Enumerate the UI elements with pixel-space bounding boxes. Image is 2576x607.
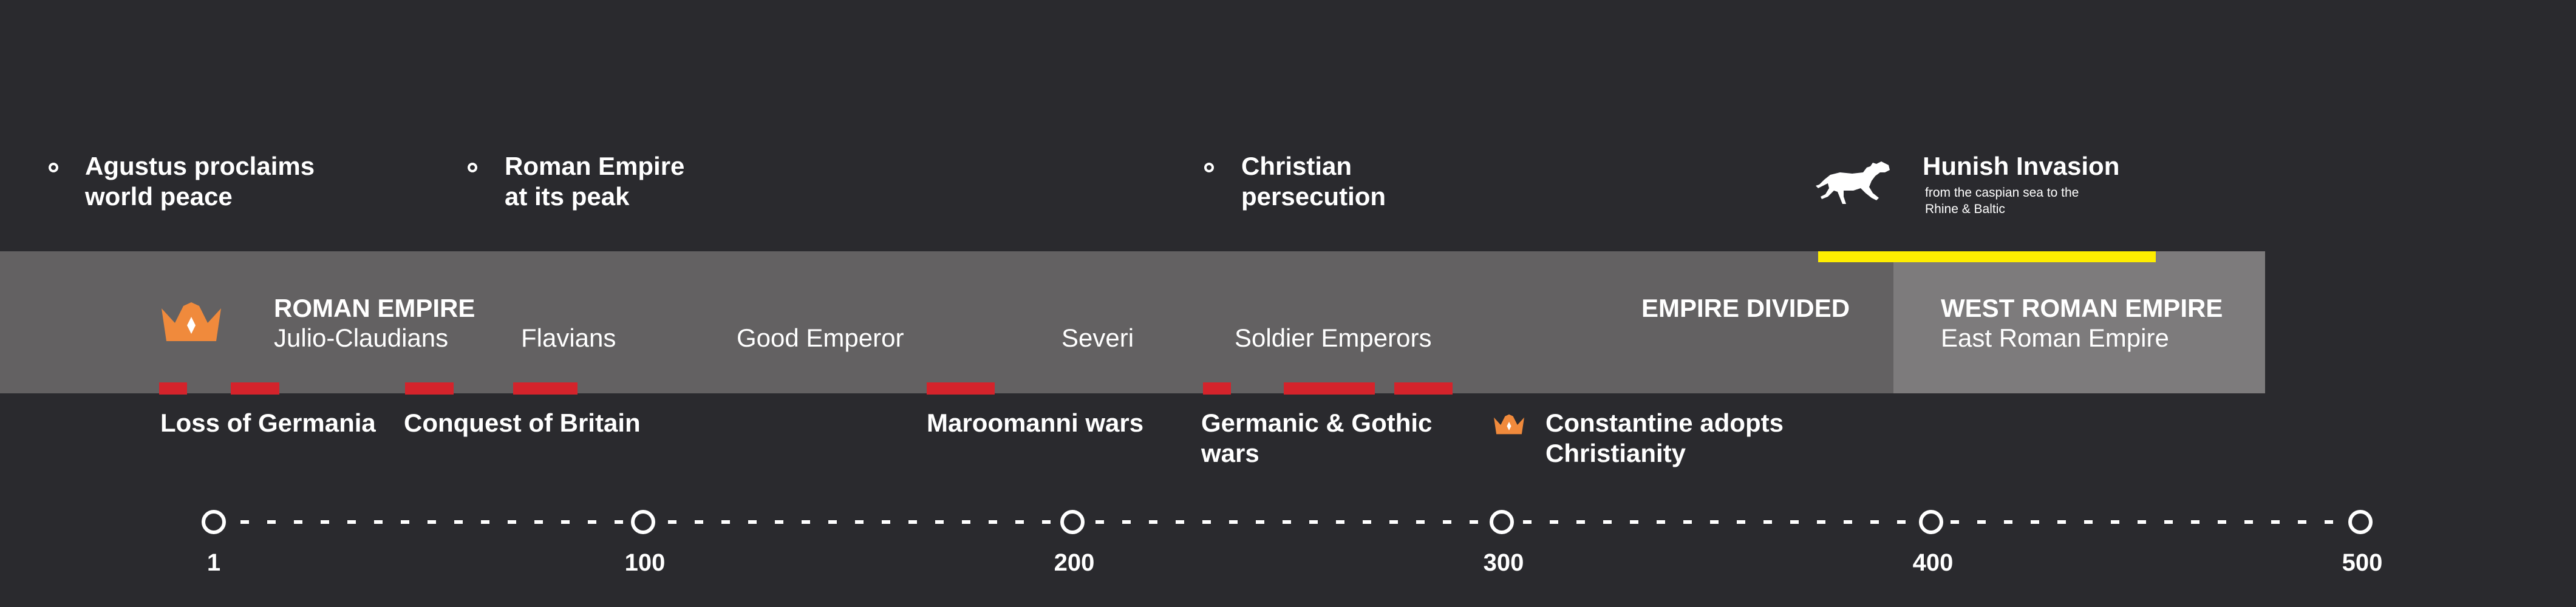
east-roman-empire-label: East Roman Empire <box>1941 324 2169 352</box>
conflict-marker <box>231 382 279 395</box>
event-agustus-peace: Agustus proclaims world peace <box>85 152 315 211</box>
tick-label-300: 300 <box>1483 549 1524 576</box>
conflict-marker <box>1284 382 1375 395</box>
conflict-marker <box>405 382 454 395</box>
timeline-node <box>1490 510 1514 534</box>
roman-empire-title: ROMAN EMPIRE <box>274 294 475 322</box>
crown-icon <box>1494 414 1524 435</box>
crown-icon <box>162 302 221 341</box>
event-constantine-christianity: Constantine adopts Christianity <box>1545 409 1784 467</box>
timeline-node <box>202 510 226 534</box>
tick-label-500: 500 <box>2342 549 2383 576</box>
horse-icon <box>1816 161 1890 204</box>
event-empire-peak: Roman Empire at its peak <box>505 152 685 211</box>
era-good-emperor: Good Emperor <box>737 324 904 352</box>
timeline-node <box>1919 510 1943 534</box>
event-bullet <box>468 163 477 172</box>
era-julio-claudians: Julio-Claudians <box>274 324 449 352</box>
event-hunish-title: Hunish Invasion <box>1923 152 2120 180</box>
timeline-node <box>631 510 655 534</box>
event-bullet <box>1204 163 1214 172</box>
event-conquest-of-britain: Conquest of Britain <box>404 409 641 437</box>
event-bullet <box>49 163 58 172</box>
event-loss-of-germania: Loss of Germania <box>160 409 376 437</box>
conflict-marker <box>159 382 187 395</box>
conflict-marker <box>513 382 578 395</box>
event-hunish-subtitle: from the caspian sea to the Rhine & Balt… <box>1925 186 2079 216</box>
conflict-marker <box>927 382 995 395</box>
event-christian-persecution: Christian persecution <box>1241 152 1386 211</box>
timeline-node <box>1060 510 1085 534</box>
tick-label-400: 400 <box>1912 549 1954 576</box>
hunish-invasion-span <box>1818 251 2156 262</box>
timeline-node <box>2348 510 2373 534</box>
tick-label-200: 200 <box>1054 549 1095 576</box>
timeline-axis <box>202 510 2373 534</box>
west-roman-empire-title: WEST ROMAN EMPIRE <box>1941 294 2223 322</box>
era-soldier-emperors: Soldier Emperors <box>1235 324 1432 352</box>
conflict-marker <box>1394 382 1453 395</box>
era-flavians: Flavians <box>521 324 616 352</box>
conflict-marker <box>1203 382 1231 395</box>
era-severi: Severi <box>1061 324 1134 352</box>
event-maroomanni-wars: Maroomanni wars <box>927 409 1144 437</box>
tick-label-100: 100 <box>624 549 666 576</box>
empire-divided-label: EMPIRE DIVIDED <box>1641 294 1850 322</box>
event-germanic-gothic-wars: Germanic & Gothic wars <box>1201 409 1433 467</box>
tick-label-1: 1 <box>206 549 221 576</box>
